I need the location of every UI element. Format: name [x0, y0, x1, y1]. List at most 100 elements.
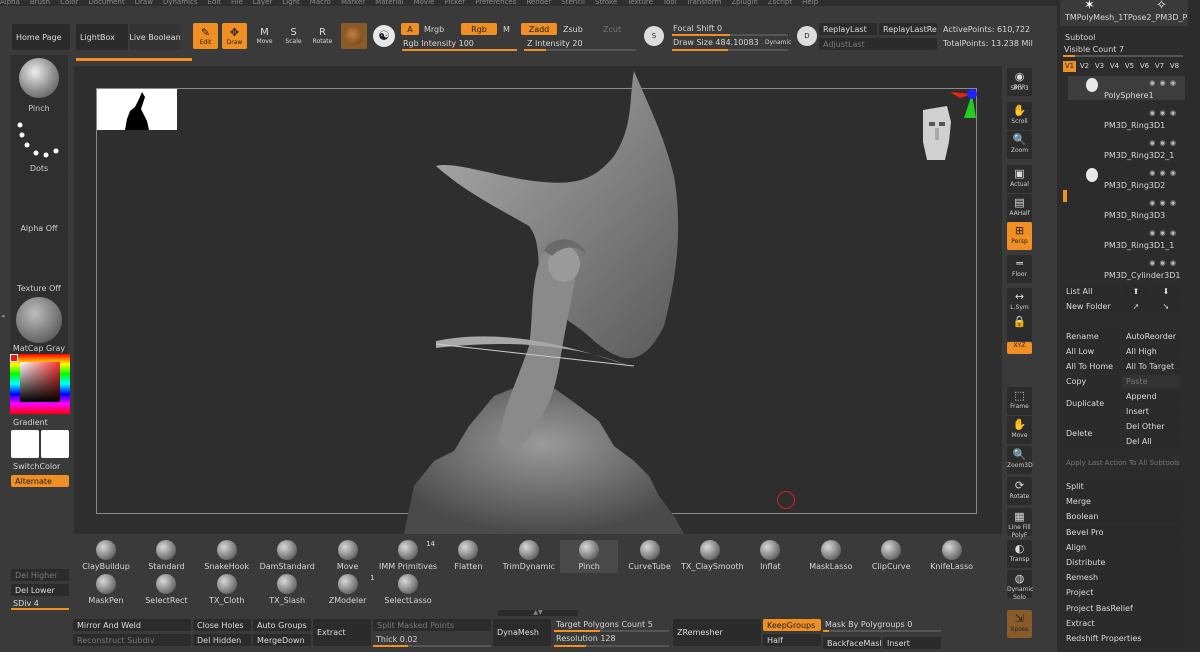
alpha-tile[interactable]: Alpha Off: [10, 175, 68, 235]
menu-item[interactable]: Picker: [444, 0, 465, 6]
dynamesh-button[interactable]: DynaMesh: [493, 619, 551, 646]
brush-tile[interactable]: Pinch: [10, 55, 68, 115]
thick-slider[interactable]: [373, 645, 491, 647]
resolution-slider[interactable]: [554, 645, 669, 647]
subtool-eye-icon[interactable]: ◉ ◉ ◉: [1149, 109, 1177, 117]
brush-item[interactable]: SnakeHook: [198, 540, 256, 573]
subtool-eye-icon[interactable]: ◉ ◉ ◉: [1149, 199, 1177, 207]
subtool-eye-icon[interactable]: ◉ ◉ ◉: [1149, 79, 1177, 87]
replay-last-button[interactable]: ReplayLast: [819, 23, 877, 35]
lock-tool-button[interactable]: 🔒: [1007, 313, 1032, 341]
reconstruct-subdiv-button[interactable]: Reconstruct Subdiv: [73, 634, 191, 646]
a-button[interactable]: A: [401, 23, 419, 35]
tool-thumb-2-label[interactable]: TPose2_PM3D_P: [1123, 13, 1187, 22]
all-low-button[interactable]: All Low: [1062, 345, 1120, 358]
shelf-scroll-handle[interactable]: ▲▼: [498, 610, 578, 616]
live-boolean-button[interactable]: Live Boolean: [130, 24, 180, 50]
del-higher-button[interactable]: Del Higher: [11, 569, 69, 581]
brush-item[interactable]: TrimDynamic: [500, 540, 558, 573]
mirror-weld-button[interactable]: Mirror And Weld: [73, 619, 191, 631]
subtool-item[interactable]: ◉ ◉ ◉ PM3D_Ring3D2: [1068, 166, 1185, 190]
dynamic-label[interactable]: Dynamic: [765, 39, 791, 46]
version-tab-v1[interactable]: V1: [1063, 61, 1076, 72]
thick-label[interactable]: Thick 0.02: [376, 635, 418, 644]
brush-item[interactable]: TX_Slash: [258, 574, 316, 607]
del-other-button[interactable]: Del Other: [1122, 420, 1180, 433]
section-extract[interactable]: Extract: [1062, 616, 1182, 630]
brush-item[interactable]: TX_ClaySmooth: [681, 540, 744, 573]
rotate-button[interactable]: R Rotate: [310, 23, 335, 49]
menu-item[interactable]: Light: [282, 0, 299, 6]
target-polygons-label[interactable]: Target Polygons Count 5: [556, 620, 653, 629]
menu-item[interactable]: Stroke: [595, 0, 617, 6]
spix-tool-button[interactable]: SPix 3: [1007, 85, 1032, 97]
move-up-folder-button[interactable]: ➚: [1122, 300, 1150, 313]
all-to-home-button[interactable]: All To Home: [1062, 360, 1120, 373]
scale-button[interactable]: S Scale: [281, 23, 306, 49]
subtool-eye-icon[interactable]: ◉ ◉ ◉: [1149, 259, 1177, 267]
brush-item[interactable]: ZModeler 1: [319, 574, 377, 607]
section-align[interactable]: Align: [1062, 540, 1182, 554]
section-project-basrelief[interactable]: Project BasRelief: [1062, 601, 1182, 615]
version-tab-v5[interactable]: V5: [1123, 61, 1136, 72]
sdiv-label[interactable]: SDiv 4: [13, 599, 39, 608]
material-swatch-button[interactable]: [341, 23, 367, 49]
menu-item[interactable]: Preferences: [475, 0, 516, 6]
sdiv-slider[interactable]: [11, 608, 69, 610]
close-holes-button[interactable]: Close Holes: [193, 619, 251, 631]
move-button[interactable]: M Move: [252, 23, 277, 49]
adjust-last-button[interactable]: AdjustLast: [819, 38, 937, 50]
draw-size-label[interactable]: Draw Size 484.10083: [673, 38, 759, 47]
brush-item[interactable]: Standard: [137, 540, 195, 573]
insert-bottom-button[interactable]: Insert: [883, 637, 941, 649]
menu-item[interactable]: Layer: [253, 0, 273, 6]
xyz-tool-button[interactable]: ⟲XYZ: [1007, 342, 1032, 354]
menu-item[interactable]: Alpha: [0, 0, 20, 6]
focal-shift-label[interactable]: Focal Shift 0: [673, 24, 722, 33]
zadd-button[interactable]: Zadd: [521, 23, 557, 35]
auto-reorder-button[interactable]: AutoReorder: [1122, 330, 1180, 343]
subtool-item[interactable]: ◉ ◉ ◉ PolySphere1: [1068, 76, 1185, 100]
gradient-label[interactable]: Gradient: [13, 418, 48, 427]
half-button[interactable]: Half: [763, 634, 821, 646]
apply-last-action-button[interactable]: Apply Last Action To All Subtools: [1062, 457, 1180, 470]
alternate-button[interactable]: Alternate: [11, 475, 69, 487]
stroke-tile[interactable]: Dots: [10, 115, 68, 175]
split-masked-button[interactable]: Split Masked Points: [373, 619, 491, 631]
version-tab-v3[interactable]: V3: [1093, 61, 1106, 72]
brush-item[interactable]: SelectRect: [137, 574, 195, 607]
stroke-s-button[interactable]: S: [644, 26, 664, 46]
persp-tool-button[interactable]: ⊞ Persp: [1007, 222, 1032, 250]
append-button[interactable]: Append: [1122, 390, 1180, 403]
menu-item[interactable]: Color: [60, 0, 78, 6]
section-remesh[interactable]: Remesh: [1062, 571, 1182, 585]
brush-item[interactable]: KnifeLasso: [923, 540, 981, 573]
version-tab-v8[interactable]: V8: [1168, 61, 1181, 72]
switch-color-button[interactable]: SwitchColor: [13, 462, 60, 471]
draw-size-slider[interactable]: [672, 49, 788, 51]
brush-item[interactable]: Inflat: [741, 540, 799, 573]
move-down-button[interactable]: ⬇: [1152, 285, 1180, 298]
draw-button[interactable]: ✥ Draw: [222, 23, 247, 49]
all-to-target-button[interactable]: All To Target: [1122, 360, 1180, 373]
keep-groups-button[interactable]: KeepGroups: [763, 619, 821, 631]
brush-item[interactable]: Move: [319, 540, 377, 573]
section-distribute[interactable]: Distribute: [1062, 556, 1182, 569]
move-down-folder-button[interactable]: ➘: [1152, 300, 1180, 313]
list-all-button[interactable]: List All: [1062, 285, 1120, 298]
merge-down-button[interactable]: MergeDown: [253, 634, 311, 646]
section-bevel-pro[interactable]: Bevel Pro: [1062, 525, 1182, 539]
subtool-scroll-handle[interactable]: [1063, 190, 1067, 202]
rgb-intensity-label[interactable]: Rgb Intensity 100: [403, 39, 474, 48]
texture-tile[interactable]: Texture Off: [10, 235, 68, 295]
subtool-eye-icon[interactable]: ◉ ◉ ◉: [1149, 229, 1177, 237]
lightbox-button[interactable]: LightBox: [76, 24, 128, 50]
transp-tool-button[interactable]: ◐ Transp: [1007, 540, 1032, 568]
brush-item[interactable]: IMM Primitives 14: [379, 540, 437, 573]
color-picker[interactable]: [10, 354, 70, 414]
z-intensity-slider[interactable]: [524, 49, 636, 51]
auto-groups-button[interactable]: Auto Groups: [253, 619, 311, 631]
frame-tool-button[interactable]: ⬚ Frame: [1007, 387, 1032, 415]
target-polygons-slider[interactable]: [554, 630, 669, 632]
brush-item[interactable]: MaskPen: [77, 574, 135, 607]
